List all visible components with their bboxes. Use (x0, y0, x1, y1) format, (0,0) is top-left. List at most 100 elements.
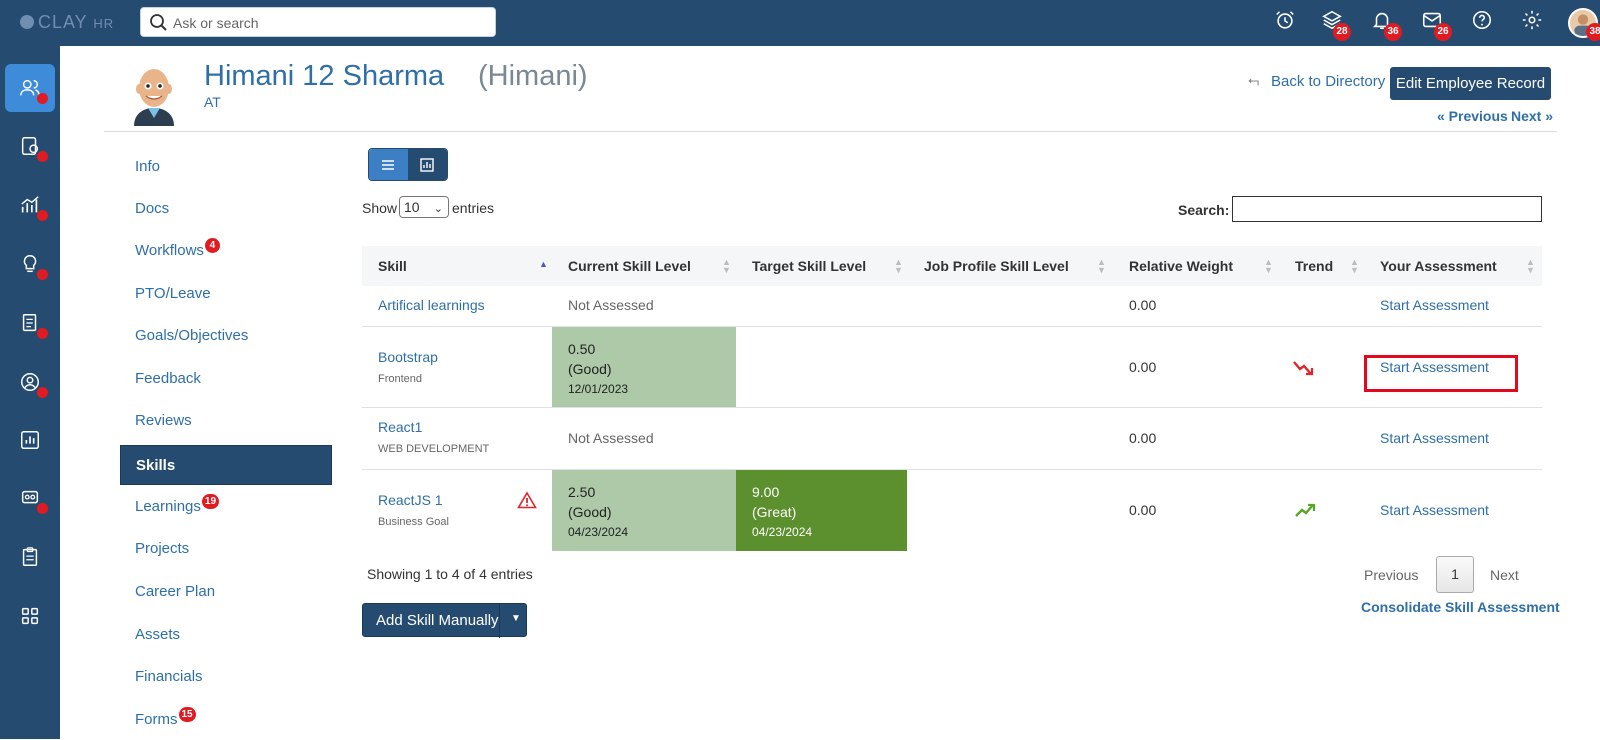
notification-dot (37, 503, 48, 514)
left-rail (0, 46, 60, 739)
sort-icon[interactable]: ▲ ▼ (1350, 258, 1359, 275)
col-relative-weight[interactable]: Relative Weight (1129, 246, 1233, 286)
relative-weight: 0.00 (1129, 359, 1157, 375)
target-skill-level: 9.00 (Great) 04/23/2024 (736, 470, 907, 551)
button-divider (499, 604, 500, 638)
relative-weight: 0.00 (1129, 297, 1157, 313)
help-icon[interactable] (1471, 9, 1497, 35)
rail-ideas[interactable] (5, 240, 55, 288)
app-logo[interactable]: CLAY HR (20, 12, 114, 33)
next-employee-link[interactable]: Next » (1511, 108, 1553, 124)
subnav-item-learnings[interactable]: Learnings 19 (120, 487, 332, 527)
pagination-next[interactable]: Next (1490, 567, 1519, 583)
previous-employee-link[interactable]: « Previous (1437, 108, 1508, 124)
add-skill-manually-button[interactable]: Add Skill Manually ▼ (362, 603, 527, 638)
sort-icon[interactable]: ▲ ▼ (722, 258, 731, 275)
start-assessment-link[interactable]: Start Assessment (1380, 297, 1489, 313)
subnav-item-skills[interactable]: Skills (120, 445, 332, 485)
rail-tasks[interactable] (5, 533, 55, 581)
pagination-previous[interactable]: Previous (1364, 567, 1418, 583)
employee-subtitle: AT (204, 94, 221, 110)
rail-apps[interactable] (5, 592, 55, 640)
current-skill-level: 2.50 (Good) 04/23/2024 (552, 470, 736, 551)
global-search[interactable] (140, 7, 496, 37)
subnav-item-workflows[interactable]: Workflows 4 (120, 231, 332, 271)
skill-link[interactable]: Artifical learnings (378, 297, 485, 313)
current-skill-level: 0.50 (Good) 12/01/2023 (552, 327, 736, 407)
search-icon (150, 14, 167, 31)
back-arrow-icon: ⮢ (1248, 72, 1260, 88)
rail-documents[interactable] (5, 299, 55, 347)
entries-select[interactable]: 10 ⌄ (399, 196, 449, 218)
subnav-item-reviews[interactable]: Reviews (120, 401, 332, 441)
rail-analytics[interactable] (5, 181, 55, 229)
start-assessment-link[interactable]: Start Assessment (1380, 502, 1489, 518)
sort-icon[interactable]: ▲ ▼ (1097, 258, 1106, 275)
rail-time[interactable] (5, 122, 55, 170)
header-divider (104, 131, 1557, 132)
gear-icon[interactable] (1521, 9, 1547, 35)
current-skill-level: Not Assessed (568, 430, 654, 446)
card-view-button[interactable] (408, 149, 447, 180)
back-to-directory-link[interactable]: Back to Directory (1271, 73, 1385, 90)
rail-people[interactable] (5, 64, 55, 112)
employee-nickname: (Himani) (478, 60, 588, 92)
subnav-item-info[interactable]: Info (120, 147, 332, 187)
pagination-page[interactable]: 1 (1436, 556, 1474, 593)
skill-link[interactable]: ReactJS 1 (378, 492, 443, 508)
table-row: React1 WEB DEVELOPMENT Not Assessed 0.00… (362, 408, 1542, 470)
subnav-item-forms[interactable]: Forms 15 (120, 700, 332, 740)
employee-photo (126, 62, 182, 126)
trend-up-icon (1295, 503, 1316, 517)
notification-dot (37, 328, 48, 339)
employee-name: Himani 12 Sharma (204, 60, 445, 92)
current-skill-level: Not Assessed (568, 297, 654, 313)
skill-link[interactable]: Bootstrap (378, 349, 438, 365)
table-search-input[interactable] (1232, 196, 1542, 222)
col-skill[interactable]: Skill (378, 246, 407, 286)
start-assessment-link[interactable]: Start Assessment (1380, 430, 1489, 446)
view-toggle (368, 148, 448, 181)
table-header: Skill ▲ Current Skill Level ▲ ▼ Target Sk… (362, 246, 1542, 286)
edit-employee-record-button[interactable]: Edit Employee Record (1390, 67, 1551, 100)
sort-icon[interactable]: ▲ ▼ (1526, 258, 1535, 275)
col-your-assessment[interactable]: Your Assessment (1380, 246, 1497, 286)
skill-link[interactable]: React1 (378, 419, 422, 435)
highlight-box (1364, 355, 1518, 392)
logo-mark-icon (20, 15, 34, 29)
sort-icon[interactable]: ▲ ▼ (1264, 258, 1273, 275)
entries-label: entries (452, 200, 495, 216)
forms-badge: 15 (178, 707, 196, 722)
subnav-item-pto-leave[interactable]: PTO/Leave (120, 274, 332, 314)
col-target-skill-level[interactable]: Target Skill Level (752, 246, 866, 286)
rail-reports[interactable] (5, 416, 55, 464)
subnav-item-goals[interactable]: Goals/Objectives (120, 316, 332, 356)
subnav-item-feedback[interactable]: Feedback (120, 359, 332, 399)
rail-team[interactable] (5, 474, 55, 522)
col-job-profile-skill-level[interactable]: Job Profile Skill Level (924, 246, 1069, 286)
sort-asc-icon[interactable]: ▲ (539, 260, 548, 269)
notification-dot (37, 151, 48, 162)
warning-icon (517, 491, 537, 509)
col-trend[interactable]: Trend (1295, 246, 1333, 286)
subnav-item-career-plan[interactable]: Career Plan (120, 572, 332, 612)
table-search-label: Search: (1178, 202, 1230, 218)
rail-profile[interactable] (5, 358, 55, 406)
top-bar: CLAY HR 28 36 26 38 (0, 0, 1600, 46)
subnav-item-assets[interactable]: Assets (120, 615, 332, 655)
card-view-icon (420, 158, 434, 172)
caret-down-icon[interactable]: ▼ (511, 613, 521, 624)
subnav-item-projects[interactable]: Projects (120, 529, 332, 569)
subnav-item-financials[interactable]: Financials (120, 657, 332, 697)
avatar-badge: 38 (1586, 23, 1600, 41)
sort-icon[interactable]: ▲ ▼ (894, 258, 903, 275)
search-input[interactable] (173, 12, 483, 34)
trend-down-icon (1293, 361, 1314, 376)
col-current-skill-level[interactable]: Current Skill Level (568, 246, 691, 286)
subnav-item-docs[interactable]: Docs (120, 189, 332, 229)
learnings-badge: 19 (201, 494, 220, 509)
list-view-button[interactable] (369, 149, 408, 180)
skill-category: Business Goal (378, 516, 449, 528)
consolidate-skill-assessment-link[interactable]: Consolidate Skill Assessment (1361, 599, 1560, 615)
alarm-clock-icon[interactable] (1274, 9, 1300, 35)
